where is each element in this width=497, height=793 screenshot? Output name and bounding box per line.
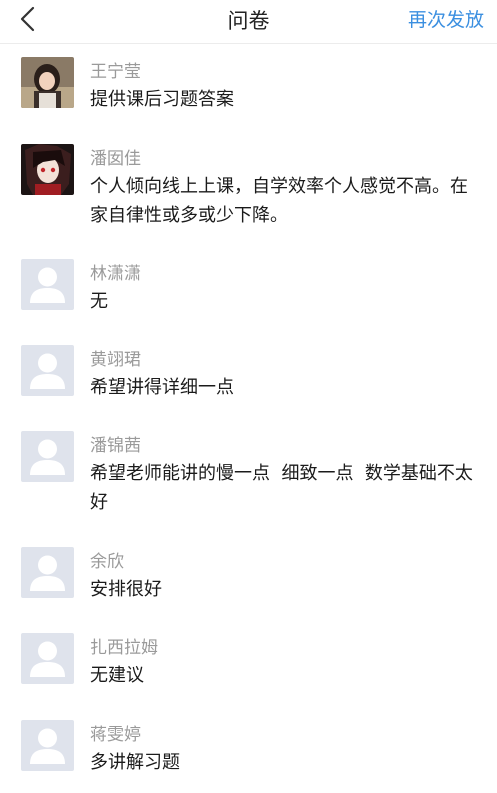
response-text: 无 [90, 291, 108, 312]
response-item: 林潇潇 无 [0, 246, 497, 332]
respondent-name: 潘囡佳 [90, 149, 141, 169]
respondent-name: 扎西拉姆 [90, 638, 158, 658]
default-user-icon [21, 720, 74, 771]
response-list: 王宁莹 提供课后习题答案 潘囡佳 个人倾向线上上课，自学效率个人感觉不高。在家自… [0, 44, 497, 793]
default-user-icon [21, 547, 74, 598]
response-text: 希望讲得详细一点 [90, 377, 234, 398]
response-item: 潘囡佳 个人倾向线上上课，自学效率个人感觉不高。在家自律性或多或少下降。 [0, 131, 497, 246]
avatar[interactable] [21, 431, 74, 482]
response-item: 王宁莹 提供课后习题答案 [0, 44, 497, 131]
response-text: 无建议 [90, 665, 144, 686]
avatar[interactable] [21, 720, 74, 771]
response-item: 蒋雯婷 多讲解习题 [0, 707, 497, 793]
response-text: 提供课后习题答案 [90, 89, 234, 110]
response-text: 多讲解习题 [90, 752, 180, 773]
default-user-icon [21, 259, 74, 310]
response-text: 希望老师能讲的慢一点 细致一点 数学基础不太好 [90, 463, 473, 513]
response-text: 个人倾向线上上课，自学效率个人感觉不高。在家自律性或多或少下降。 [90, 176, 468, 226]
default-user-icon [21, 431, 74, 482]
respondent-name: 林潇潇 [90, 264, 141, 284]
avatar[interactable] [21, 57, 74, 108]
response-text: 安排很好 [90, 579, 162, 600]
response-item: 余欣 安排很好 [0, 534, 497, 620]
respondent-name: 潘锦茜 [90, 436, 141, 456]
respondent-name: 余欣 [90, 552, 124, 572]
default-user-icon [21, 345, 74, 396]
avatar[interactable] [21, 345, 74, 396]
navigation-bar: 问卷 再次发放 [0, 0, 497, 44]
resend-button[interactable]: 再次发放 [408, 5, 484, 32]
respondent-name: 蒋雯婷 [90, 725, 141, 745]
response-item: 黄翊珺 希望讲得详细一点 [0, 332, 497, 418]
response-item: 潘锦茜 希望老师能讲的慢一点 细致一点 数学基础不太好 [0, 418, 497, 534]
respondent-name: 黄翊珺 [90, 350, 141, 370]
response-item: 扎西拉姆 无建议 [0, 620, 497, 707]
avatar[interactable] [21, 547, 74, 598]
avatar[interactable] [21, 633, 74, 684]
avatar[interactable] [21, 259, 74, 310]
default-user-icon [21, 633, 74, 684]
avatar[interactable] [21, 144, 74, 195]
respondent-name: 王宁莹 [90, 62, 141, 82]
